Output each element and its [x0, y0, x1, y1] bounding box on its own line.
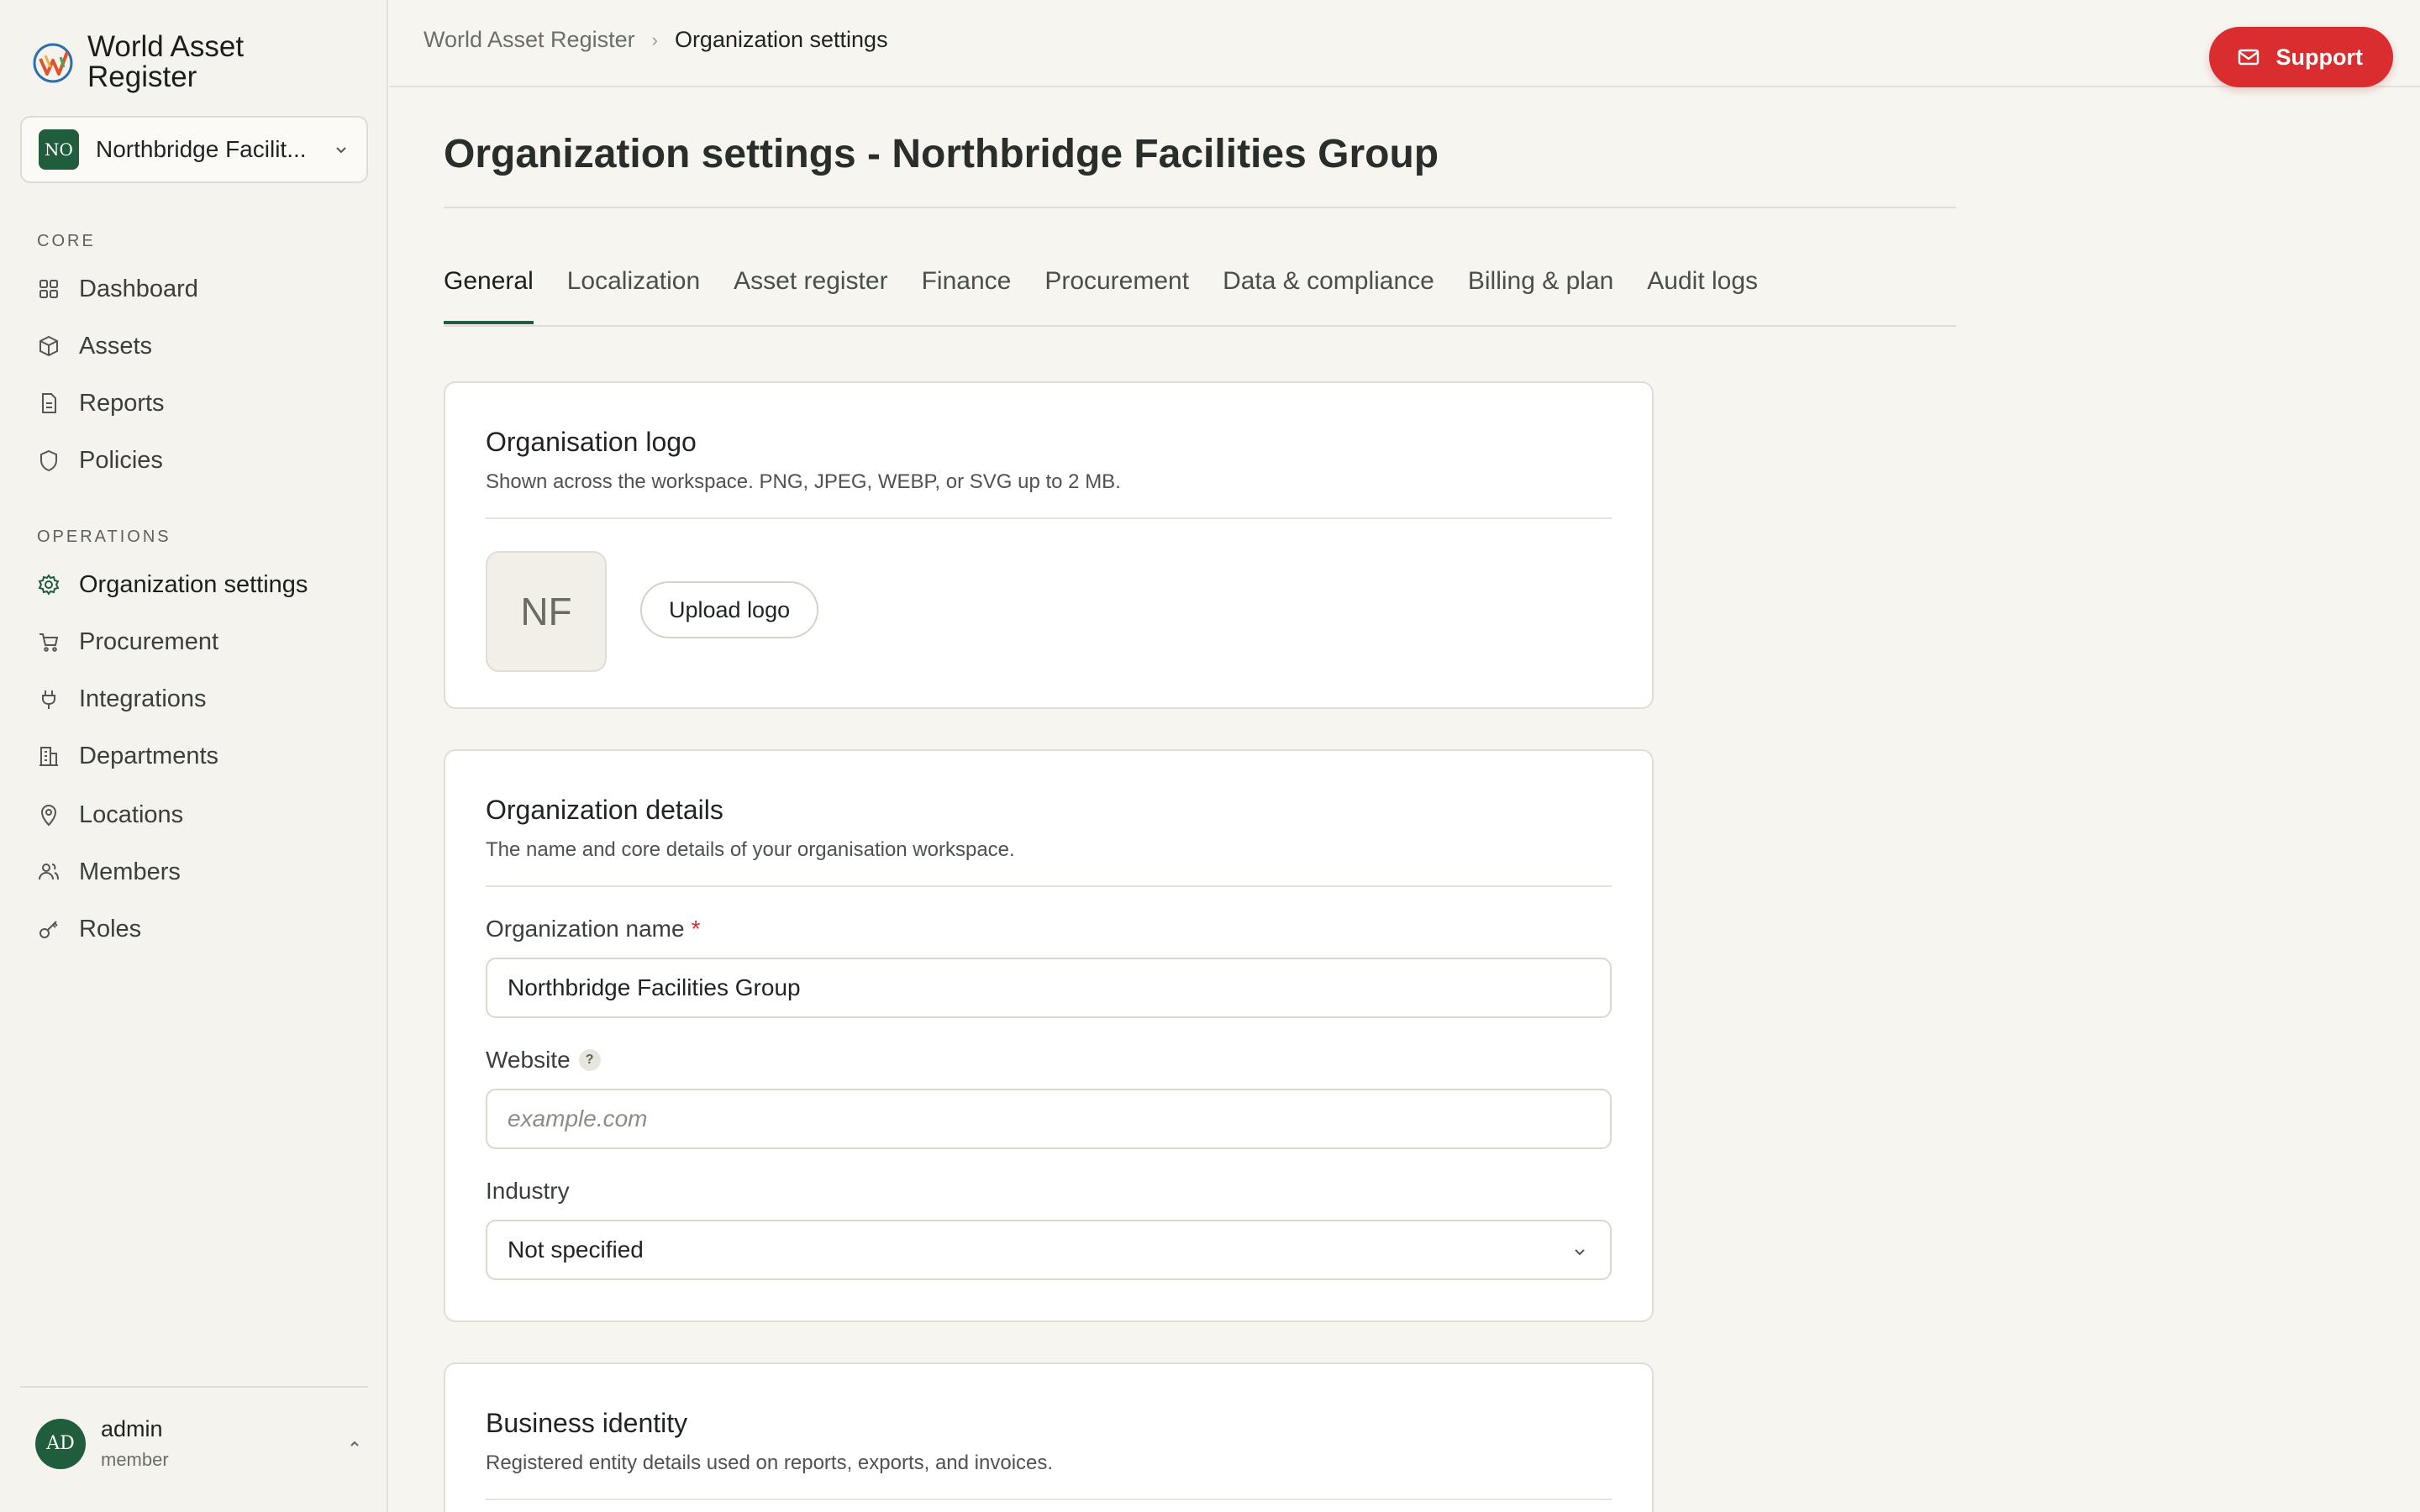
support-label: Support: [2275, 44, 2363, 70]
upload-logo-button[interactable]: Upload logo: [640, 581, 819, 638]
sidebar-item-integrations[interactable]: Integrations: [37, 679, 207, 719]
card-divider: [486, 1499, 1612, 1500]
chevron-down-icon: [1575, 1249, 1585, 1256]
industry-label: Industry: [486, 1178, 570, 1204]
sidebar-item-dashboard[interactable]: Dashboard: [37, 269, 198, 309]
chevron-down-icon: [336, 147, 346, 154]
plug-icon: [42, 690, 55, 709]
website-label: Website ?: [486, 1047, 601, 1074]
cube-icon: [39, 335, 58, 357]
sidebar-item-departments[interactable]: Departments: [37, 736, 218, 776]
breadcrumb: World Asset Register › Organization sett…: [424, 27, 888, 53]
breadcrumb-separator-icon: ›: [651, 29, 658, 50]
tab-audit-logs[interactable]: Audit logs: [1647, 267, 1758, 324]
organization-name-input[interactable]: Northbridge Facilities Group: [486, 958, 1612, 1018]
chevron-up-icon: [350, 1441, 359, 1446]
field-label-text: Organization name: [486, 916, 685, 942]
field-label-text: Website: [486, 1047, 571, 1073]
sidebar-item-label: Locations: [79, 801, 184, 828]
help-icon[interactable]: ?: [578, 1049, 601, 1071]
tab-procurement[interactable]: Procurement: [1044, 267, 1189, 324]
tab-general[interactable]: General: [444, 267, 534, 324]
gear-icon: [38, 574, 60, 596]
support-button[interactable]: Support: [2208, 27, 2393, 87]
page-title: Organization settings - Northbridge Faci…: [444, 132, 1439, 176]
sidebar-item-label: Organization settings: [79, 570, 308, 598]
section-label-core: CORE: [37, 232, 96, 250]
sidebar-item-locations[interactable]: Locations: [37, 795, 183, 835]
sidebar-divider: [20, 1386, 368, 1388]
sidebar-item-policies[interactable]: Policies: [37, 440, 163, 480]
brand-logo-icon: [33, 43, 73, 83]
org-switcher-name: Northbridge Facilit...: [96, 136, 307, 162]
sidebar-item-assets[interactable]: Assets: [37, 326, 152, 366]
sidebar-item-label: Integrations: [79, 685, 207, 712]
organisation-logo-card: Organisation logo Shown across the works…: [444, 381, 1654, 709]
organization-name-label: Organization name *: [486, 916, 700, 942]
shield-icon: [40, 449, 57, 472]
grid-icon: [39, 280, 58, 298]
org-badge: NO: [39, 129, 79, 170]
sidebar-item-label: Dashboard: [79, 275, 198, 302]
sidebar-item-reports[interactable]: Reports: [37, 383, 165, 423]
key-icon: [39, 921, 58, 938]
org-logo-placeholder: NF: [486, 551, 607, 672]
card-divider: [486, 517, 1612, 519]
tab-data-compliance[interactable]: Data & compliance: [1223, 267, 1434, 324]
org-switcher[interactable]: NO Northbridge Facilit...: [20, 116, 368, 183]
breadcrumb-current: Organization settings: [674, 27, 888, 52]
sidebar-item-label: Departments: [79, 742, 219, 769]
sidebar-item-label: Roles: [79, 915, 142, 942]
industry-select[interactable]: Not specified: [486, 1220, 1612, 1280]
sidebar-item-members[interactable]: Members: [37, 852, 181, 892]
sidebar-item-organization-settings[interactable]: Organization settings: [37, 564, 308, 605]
sidebar-item-label: Procurement: [79, 627, 219, 655]
card-title: Organisation logo: [486, 427, 697, 457]
industry-selected-value: Not specified: [508, 1236, 644, 1263]
mail-icon: [2238, 49, 2259, 66]
user-role: member: [101, 1449, 169, 1470]
card-subtitle: Shown across the workspace. PNG, JPEG, W…: [486, 470, 1121, 493]
sidebar-item-procurement[interactable]: Procurement: [37, 622, 218, 662]
sidebar-item-label: Members: [79, 858, 181, 885]
tabs-divider: [444, 325, 1956, 327]
brand-name-line2: Register: [87, 60, 197, 93]
required-marker: *: [691, 916, 701, 942]
brand-name-line1: World Asset: [87, 30, 245, 63]
business-identity-card: Business identity Registered entity deta…: [444, 1362, 1654, 1512]
sidebar-item-label: Assets: [79, 332, 153, 360]
tab-finance[interactable]: Finance: [922, 267, 1012, 324]
cart-icon: [39, 633, 59, 652]
building-icon: [39, 747, 58, 766]
breadcrumb-root[interactable]: World Asset Register: [424, 27, 635, 53]
card-divider: [486, 885, 1612, 887]
organization-details-card: Organization details The name and core d…: [444, 749, 1654, 1322]
tab-billing-plan[interactable]: Billing & plan: [1468, 267, 1613, 324]
brand[interactable]: World Asset Register: [32, 32, 244, 92]
topbar: World Asset Register › Organization sett…: [390, 0, 2420, 87]
users-icon: [39, 864, 59, 880]
file-text-icon: [42, 393, 56, 413]
map-pin-icon: [40, 804, 57, 827]
user-menu[interactable]: AD admin member: [35, 1416, 363, 1471]
sidebar-item-label: Policies: [79, 446, 163, 474]
card-title: Business identity: [486, 1408, 688, 1438]
section-label-operations: OPERATIONS: [37, 528, 171, 546]
avatar: AD: [35, 1418, 86, 1469]
tab-localization[interactable]: Localization: [567, 267, 700, 324]
website-input[interactable]: example.com: [486, 1089, 1612, 1149]
sidebar: World Asset Register NO Northbridge Faci…: [0, 0, 388, 1512]
sidebar-item-label: Reports: [79, 389, 165, 417]
card-subtitle: The name and core details of your organi…: [486, 838, 1015, 861]
title-divider: [444, 207, 1956, 208]
card-subtitle: Registered entity details used on report…: [486, 1452, 1054, 1474]
tab-asset-register[interactable]: Asset register: [734, 267, 887, 324]
settings-tabs: General Localization Asset register Fina…: [444, 267, 1791, 324]
user-name: admin: [101, 1416, 163, 1441]
card-title: Organization details: [486, 795, 723, 825]
sidebar-item-roles[interactable]: Roles: [37, 909, 141, 949]
